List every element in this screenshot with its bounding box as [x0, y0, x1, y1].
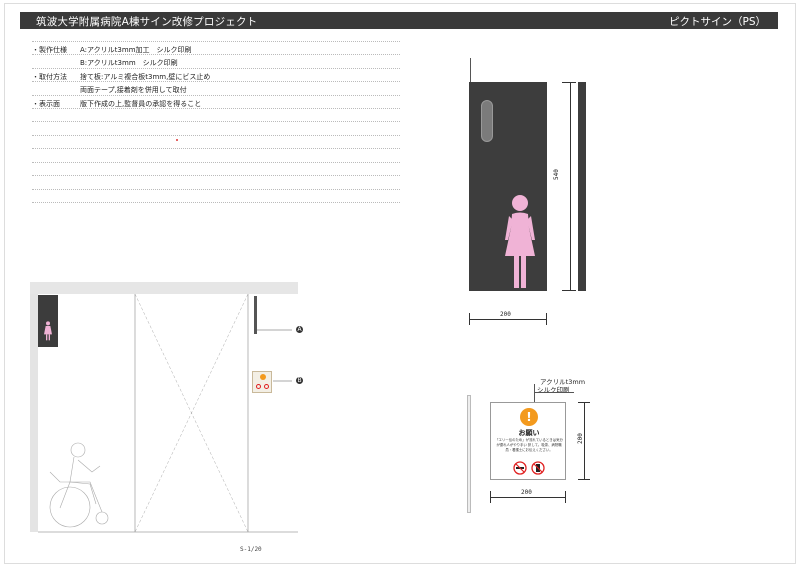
spec-rule	[32, 81, 400, 82]
sign-b-side	[467, 395, 471, 513]
notice-body: 「エリー伝のため」が流れているときは気分が優れ人がやり手い 訳して。吸茶、病院職…	[495, 438, 563, 452]
spec-rule	[32, 68, 400, 69]
exclamation-icon: !	[520, 408, 538, 426]
prohibition-icons	[513, 461, 545, 475]
spec-rule	[32, 41, 400, 42]
dimension-line	[490, 497, 566, 498]
page-number: S-1/20	[240, 546, 262, 553]
spec-rule	[32, 108, 400, 109]
dimension-line	[570, 82, 571, 291]
dimension-tick	[562, 290, 576, 291]
callout-b: B	[296, 377, 303, 384]
exclamation-icon	[260, 374, 266, 380]
sign-b-height: 200	[577, 433, 584, 444]
dimension-line	[469, 319, 547, 320]
no-mobile-icon	[531, 461, 545, 475]
sign-a-front	[469, 82, 547, 291]
no-smoking-icon	[513, 461, 527, 475]
female-pictogram-icon	[505, 195, 535, 288]
no-smoking-icon	[256, 384, 261, 389]
leader-line	[534, 392, 574, 393]
mount-line	[470, 58, 471, 82]
dimension-tick	[578, 402, 590, 403]
dimension-tick	[469, 313, 470, 325]
sign-a-height: 540	[553, 169, 560, 180]
wall-shade-top	[30, 282, 298, 294]
spec-rule	[32, 175, 400, 176]
notice-title: お願い	[518, 429, 540, 437]
dimension-line	[584, 402, 585, 480]
sign-category: ピクトサイン（PS）	[669, 16, 766, 28]
sign-a-slot	[481, 100, 493, 142]
spec-value: 両面テープ,接着剤を併用して取付	[80, 86, 187, 94]
sign-a-side	[578, 82, 586, 291]
sign-b-width: 200	[521, 489, 532, 496]
stray-mark	[176, 139, 178, 141]
wall-shade-left	[30, 282, 38, 532]
callout-a: A	[296, 326, 303, 333]
leader-line	[534, 384, 535, 402]
spec-rule	[32, 189, 400, 190]
spec-rule	[32, 202, 400, 203]
sign-b-front: ! お願い 「エリー伝のため」が流れているときは気分が優れ人がやり手い 訳して。…	[490, 402, 566, 480]
female-pictogram-icon	[44, 321, 52, 341]
side-sign-mini	[254, 296, 257, 334]
spec-rule	[32, 148, 400, 149]
spec-rule	[32, 54, 400, 55]
spec-rule	[32, 135, 400, 136]
sign-b-mini	[252, 371, 272, 393]
spec-rule	[32, 121, 400, 122]
dimension-tick	[562, 82, 576, 83]
dimension-tick	[578, 479, 590, 480]
sign-a-width: 200	[500, 311, 511, 318]
dimension-tick	[546, 313, 547, 325]
spec-rule	[32, 162, 400, 163]
spec-value: B:アクリルt3mm シルク印刷	[80, 59, 178, 67]
dimension-tick	[490, 491, 491, 503]
elevation-drawing	[30, 282, 300, 534]
dimension-tick	[565, 491, 566, 503]
project-title: 筑波大学附属病院A棟サイン改修プロジェクト	[36, 16, 258, 28]
no-mobile-icon	[264, 384, 269, 389]
sign-a-mini	[38, 295, 58, 347]
spec-rule	[32, 95, 400, 96]
